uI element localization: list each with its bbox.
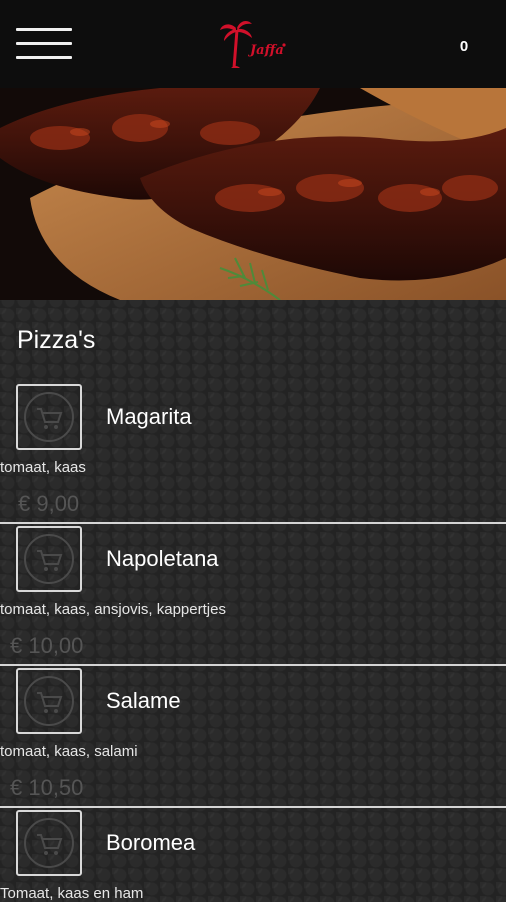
item-price: € 10,00 <box>10 633 84 658</box>
top-bar: Jaffa 0 <box>0 0 506 88</box>
cart-icon <box>24 818 74 868</box>
hero-image <box>0 88 506 300</box>
item-name[interactable]: Magarita <box>106 404 192 430</box>
cart-count-badge[interactable]: 0 <box>452 38 476 55</box>
item-description: Tomaat, kaas en ham <box>0 885 144 902</box>
item-description: tomaat, kaas <box>0 459 86 476</box>
cart-icon <box>24 534 74 584</box>
item-price: € 10,50 <box>10 775 84 800</box>
item-name[interactable]: Napoletana <box>106 546 219 572</box>
add-to-cart-button[interactable] <box>16 384 82 450</box>
menu-line <box>16 56 72 59</box>
add-to-cart-button[interactable] <box>16 810 82 876</box>
item-name[interactable]: Boromea <box>106 830 195 856</box>
item-name[interactable]: Salame <box>106 688 181 714</box>
logo-text: Jaffa <box>247 43 284 58</box>
hamburger-menu-icon[interactable] <box>16 28 72 60</box>
menu-item-napoletana[interactable]: Napoletana tomaat, kaas, ansjovis, kappe… <box>0 526 506 666</box>
jaffa-logo[interactable]: Jaffa <box>218 18 290 74</box>
divider <box>0 522 506 524</box>
item-description: tomaat, kaas, salami <box>0 743 138 760</box>
add-to-cart-button[interactable] <box>16 526 82 592</box>
cart-icon <box>24 392 74 442</box>
menu-item-magarita[interactable]: Magarita tomaat, kaas € 9,00 <box>0 384 506 524</box>
menu-line <box>16 28 72 31</box>
section-title: Pizza's <box>17 326 96 354</box>
menu-item-boromea[interactable]: Boromea Tomaat, kaas en ham <box>0 810 506 902</box>
menu-line <box>16 42 72 45</box>
divider <box>0 664 506 666</box>
item-description: tomaat, kaas, ansjovis, kappertjes <box>0 601 226 618</box>
item-price: € 9,00 <box>18 491 80 516</box>
divider <box>0 806 506 808</box>
add-to-cart-button[interactable] <box>16 668 82 734</box>
menu-item-salame[interactable]: Salame tomaat, kaas, salami € 10,50 <box>0 668 506 808</box>
cart-icon <box>24 676 74 726</box>
